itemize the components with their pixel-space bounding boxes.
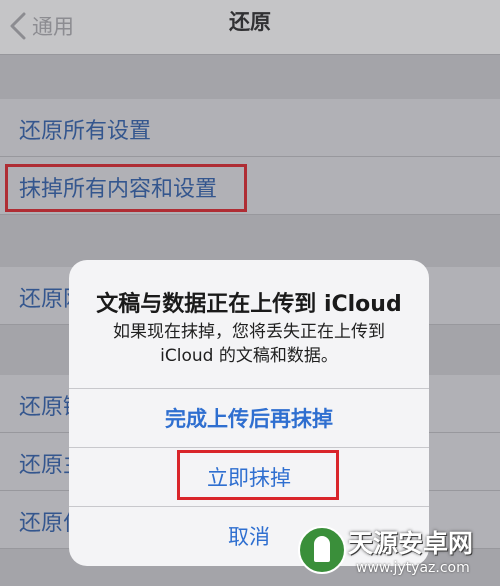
watermark-name: 天源安卓网 [348,529,474,558]
highlight-box [177,450,339,500]
alert-message-line: 如果现在抹掉，您将丢失正在上传到 [113,322,385,342]
alert-message-line: iCloud 的文稿和数据。 [160,346,338,366]
android-logo-icon [298,526,346,574]
alert-message: 如果现在抹掉，您将丢失正在上传到 iCloud 的文稿和数据。 [69,320,429,368]
erase-after-upload-button[interactable]: 完成上传后再抹掉 [69,389,429,447]
watermark: 天源安卓网 www.jytyaz.com [298,520,498,584]
watermark-url: www.jytyaz.com [356,560,470,576]
alert-title: 文稿与数据正在上传到 iCloud [96,292,402,317]
